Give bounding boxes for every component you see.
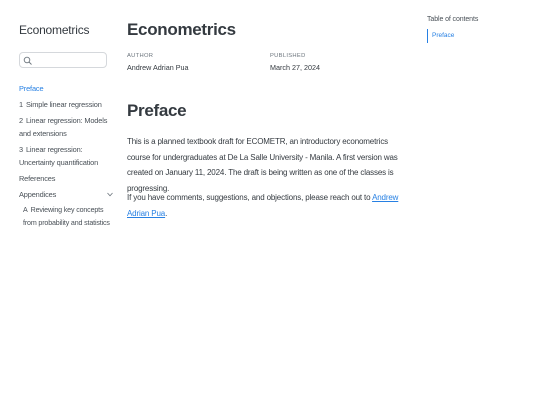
sidebar-nav: Preface 1 Simple linear regression 2 Linea… bbox=[19, 82, 114, 233]
preface-paragraph-1: This is a planned textbook draft for ECO… bbox=[127, 137, 398, 193]
page: Econometrics Preface 1 Simple linear regr… bbox=[0, 0, 540, 405]
sidebar-item-references[interactable]: References bbox=[19, 172, 114, 185]
title-meta: AUTHOR Andrew Adrian Pua PUBLISHED March… bbox=[127, 53, 417, 83]
paragraph-text: If you have comments, suggestions, and o… bbox=[127, 193, 373, 202]
author-block: AUTHOR Andrew Adrian Pua bbox=[127, 53, 189, 72]
search-icon bbox=[23, 56, 32, 65]
chapter-number: 1 bbox=[19, 100, 23, 109]
toc-title: Table of contents bbox=[427, 16, 479, 23]
sidebar-item-appendices[interactable]: Appendices bbox=[19, 188, 114, 201]
toc-item-preface[interactable]: Preface bbox=[432, 29, 527, 43]
sidebar-item-preface[interactable]: Preface bbox=[19, 82, 114, 95]
sidebar-item-appendix-a[interactable]: A Reviewing key concepts from probability… bbox=[19, 204, 114, 230]
sidebar-item-chapter-1[interactable]: 1 Simple linear regression bbox=[19, 98, 114, 111]
author-label: AUTHOR bbox=[127, 53, 154, 59]
preface-paragraph-2: If you have comments, suggestions, and o… bbox=[127, 190, 407, 221]
search-box[interactable] bbox=[19, 52, 107, 68]
table-of-contents: Table of contents Preface bbox=[427, 16, 527, 43]
chevron-down-icon[interactable] bbox=[107, 192, 113, 197]
author-name: Andrew Adrian Pua bbox=[127, 63, 189, 72]
sidebar-title[interactable]: Econometrics bbox=[19, 22, 111, 38]
published-block: PUBLISHED March 27, 2024 bbox=[270, 53, 320, 72]
sidebar-item-label: Simple linear regression bbox=[25, 100, 102, 109]
sidebar-item-label: Linear regression: Models and extensions bbox=[19, 116, 108, 138]
sidebar-item-label: References bbox=[19, 174, 56, 183]
main-content: Econometrics AUTHOR Andrew Adrian Pua PU… bbox=[127, 18, 417, 218]
paragraph-text-end: . bbox=[165, 208, 168, 218]
chapter-number: 2 bbox=[19, 116, 23, 125]
appendix-letter: A bbox=[23, 206, 28, 214]
page-title: Econometrics bbox=[127, 20, 236, 39]
published-date: March 27, 2024 bbox=[270, 63, 320, 72]
sidebar: Econometrics Preface 1 Simple linear regr… bbox=[19, 20, 113, 227]
sidebar-item-label: Linear regression: Uncertainty quantific… bbox=[19, 145, 99, 167]
chapter-number: 3 bbox=[19, 145, 23, 154]
sidebar-item-label: Appendices bbox=[19, 190, 57, 199]
sidebar-item-chapter-2[interactable]: 2 Linear regression: Models and extension… bbox=[19, 114, 114, 140]
search-input[interactable] bbox=[34, 54, 104, 66]
sidebar-item-label: Preface bbox=[19, 84, 44, 93]
sidebar-item-label: Reviewing key concepts from probability … bbox=[23, 206, 110, 227]
sidebar-item-chapter-3[interactable]: 3 Linear regression: Uncertainty quantifi… bbox=[19, 143, 114, 169]
section-title: Preface bbox=[127, 101, 187, 120]
toc-list: Preface bbox=[427, 29, 527, 43]
published-label: PUBLISHED bbox=[270, 53, 306, 59]
